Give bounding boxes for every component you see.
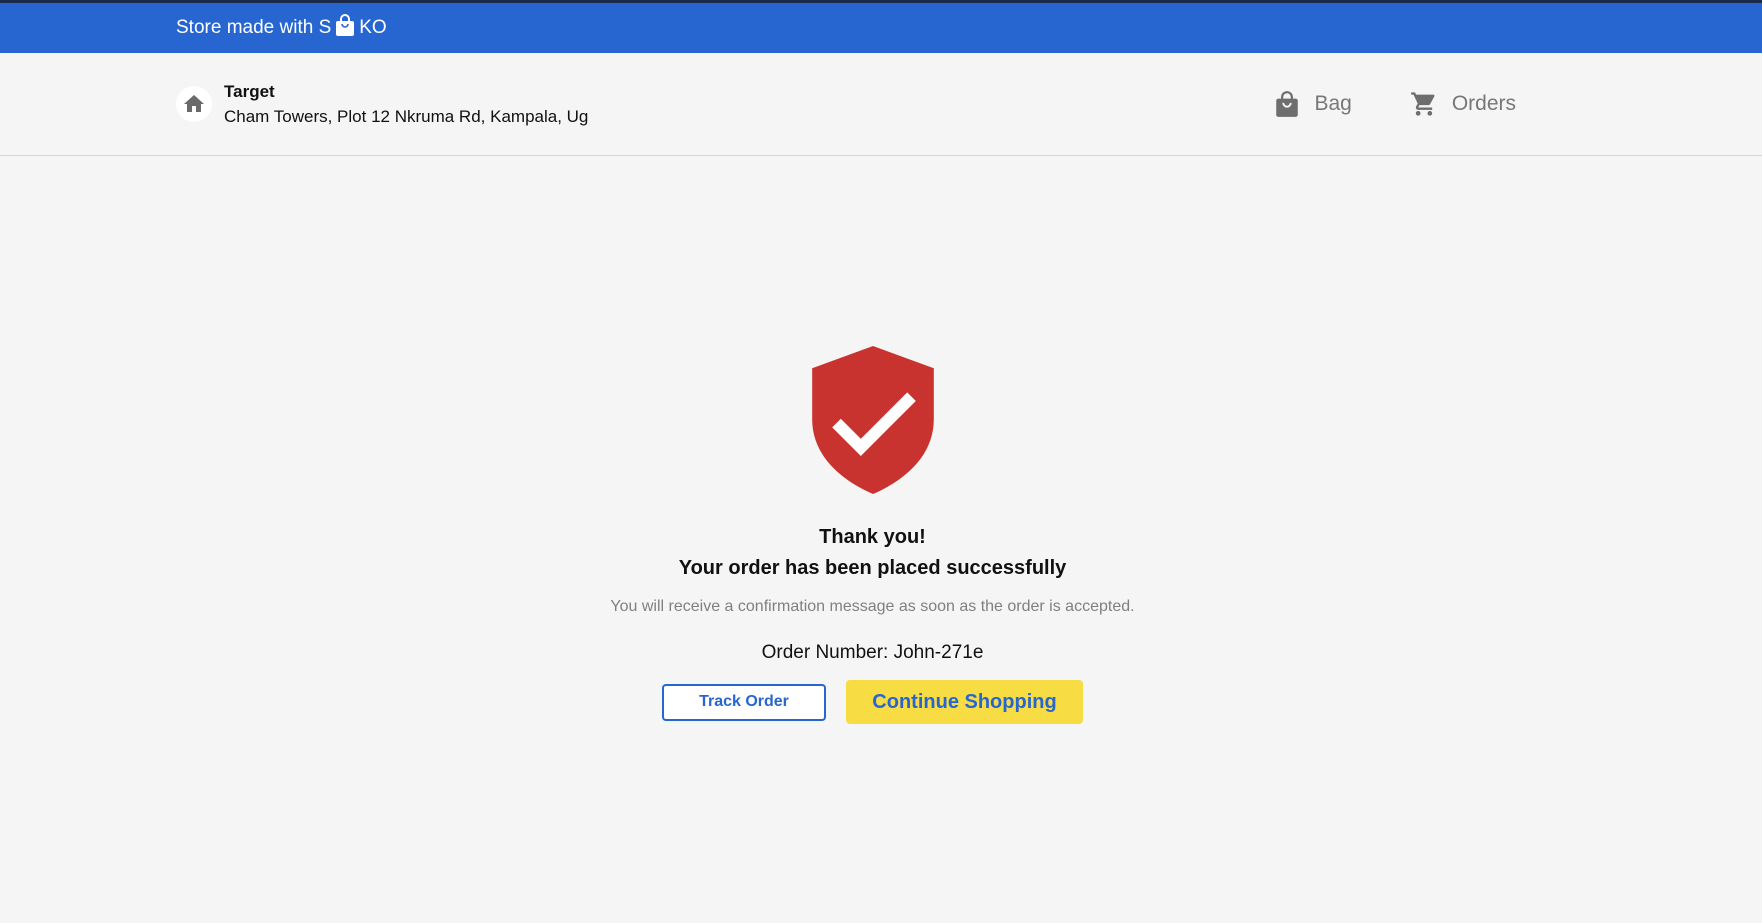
store-text: Target Cham Towers, Plot 12 Nkruma Rd, K… <box>224 82 588 127</box>
order-confirmation: Thank you! Your order has been placed su… <box>0 156 1762 724</box>
header-nav: Bag Orders <box>1274 90 1516 118</box>
continue-shopping-button[interactable]: Continue Shopping <box>846 680 1083 724</box>
order-number: Order Number: John-271e <box>762 642 984 664</box>
thank-you-heading: Thank you! <box>819 526 926 548</box>
home-button[interactable] <box>176 86 212 122</box>
store-header: Target Cham Towers, Plot 12 Nkruma Rd, K… <box>0 53 1762 156</box>
shopping-bag-icon <box>336 14 355 36</box>
track-order-button[interactable]: Track Order <box>662 683 826 721</box>
nav-orders[interactable]: Orders <box>1410 90 1516 118</box>
nav-orders-label: Orders <box>1451 92 1516 115</box>
cart-icon <box>1410 92 1435 116</box>
nav-bag-label: Bag <box>1314 92 1352 115</box>
shield-check-icon <box>811 346 934 494</box>
bag-icon <box>1276 91 1299 117</box>
store-banner: Store made with S KO <box>0 3 1762 53</box>
order-placed-heading: Your order has been placed successfully <box>678 557 1067 579</box>
banner-text-start: Store made with S <box>176 17 332 38</box>
store-address: Cham Towers, Plot 12 Nkruma Rd, Kampala,… <box>224 106 589 126</box>
banner-text-end: KO <box>359 17 387 38</box>
order-number-value: John-271e <box>893 642 984 663</box>
nav-bag[interactable]: Bag <box>1274 90 1352 118</box>
store-info[interactable]: Target Cham Towers, Plot 12 Nkruma Rd, K… <box>176 82 588 127</box>
store-name: Target <box>224 81 275 101</box>
confirmation-note: You will receive a confirmation message … <box>610 598 1135 615</box>
action-buttons: Track Order Continue Shopping <box>662 680 1083 724</box>
order-number-label: Order Number: <box>761 642 889 663</box>
home-icon <box>184 95 204 112</box>
